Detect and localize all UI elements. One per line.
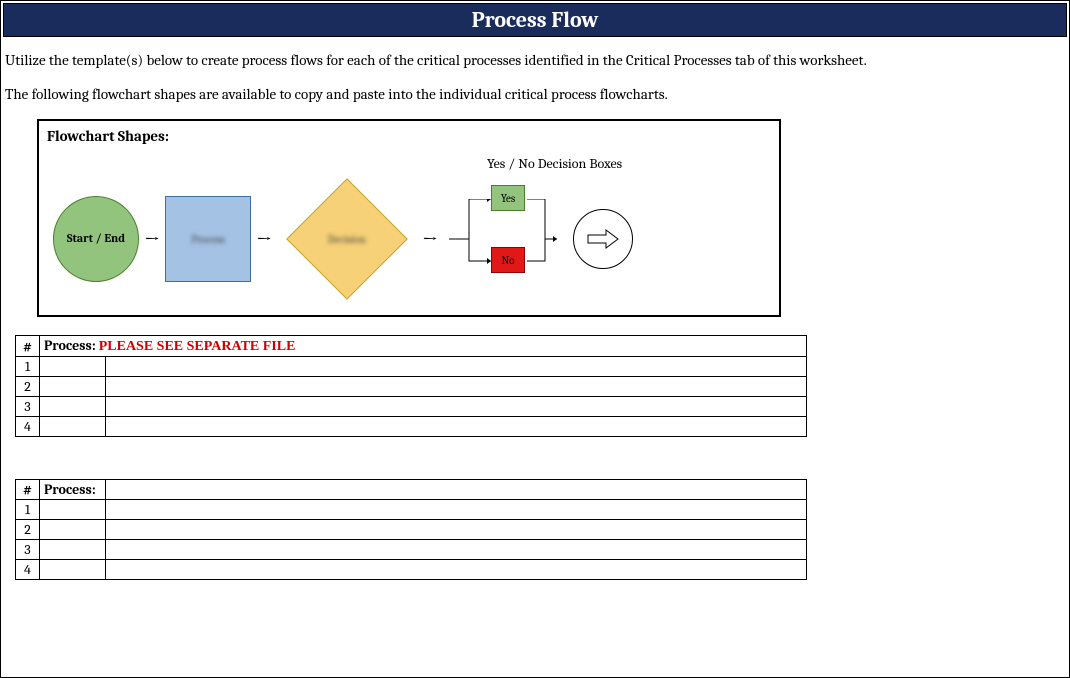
blur-text: Decision xyxy=(328,233,366,246)
table-cell[interactable] xyxy=(106,357,807,377)
table-cell[interactable] xyxy=(106,480,807,500)
table-cell[interactable] xyxy=(106,500,807,520)
table-cell[interactable] xyxy=(40,417,106,437)
shape-row: Start / End → Process → Decision → Yes N… xyxy=(53,179,633,299)
instruction-1: Utilize the template(s) below to create … xyxy=(1,39,1069,73)
process-header: Process: PLEASE SEE SEPARATE FILE xyxy=(40,336,807,357)
process-header-label: Process: xyxy=(44,337,96,354)
flowchart-shapes-box: Flowchart Shapes: Yes / No Decision Boxe… xyxy=(37,119,781,317)
table-cell[interactable] xyxy=(40,560,106,580)
row-num: 1 xyxy=(16,357,40,377)
yes-no-group: Yes No xyxy=(443,179,563,299)
table-cell[interactable] xyxy=(40,397,106,417)
table-cell[interactable] xyxy=(106,397,807,417)
row-num: 2 xyxy=(16,520,40,540)
start-end-shape: Start / End xyxy=(53,196,139,282)
instruction-2: The following flowchart shapes are avail… xyxy=(1,73,1069,107)
table-cell[interactable] xyxy=(40,377,106,397)
yes-box: Yes xyxy=(491,185,525,211)
arrow-icon: → xyxy=(417,228,443,251)
connector-shape xyxy=(573,209,633,269)
decision-boxes-label: Yes / No Decision Boxes xyxy=(487,155,622,172)
num-header: # xyxy=(16,336,40,357)
blur-text: Process xyxy=(191,233,224,246)
process-table-1: # Process: PLEASE SEE SEPARATE FILE 1 2 … xyxy=(15,335,807,437)
table-cell[interactable] xyxy=(106,520,807,540)
row-num: 3 xyxy=(16,397,40,417)
num-header: # xyxy=(16,480,40,500)
row-num: 4 xyxy=(16,560,40,580)
table-cell[interactable] xyxy=(106,377,807,397)
row-num: 2 xyxy=(16,377,40,397)
shapes-title: Flowchart Shapes: xyxy=(47,127,771,145)
process-header: Process: xyxy=(40,480,106,500)
process-note: PLEASE SEE SEPARATE FILE xyxy=(99,339,296,354)
row-num: 4 xyxy=(16,417,40,437)
process-table-2: # Process: 1 2 3 4 xyxy=(15,479,807,580)
table-cell[interactable] xyxy=(106,560,807,580)
table-cell[interactable] xyxy=(106,540,807,560)
table-cell[interactable] xyxy=(40,540,106,560)
arrow-icon: → xyxy=(251,228,277,251)
arrow-icon: → xyxy=(139,228,165,251)
decision-shape: Decision xyxy=(277,179,417,299)
table-cell[interactable] xyxy=(40,520,106,540)
table-cell[interactable] xyxy=(106,417,807,437)
table-cell[interactable] xyxy=(40,500,106,520)
row-num: 3 xyxy=(16,540,40,560)
right-arrow-icon xyxy=(586,229,620,249)
no-box: No xyxy=(491,247,525,273)
connector-lines-icon xyxy=(449,199,559,289)
table-cell[interactable] xyxy=(40,357,106,377)
row-num: 1 xyxy=(16,500,40,520)
page-title: Process Flow xyxy=(3,3,1067,37)
process-shape: Process xyxy=(165,196,251,282)
